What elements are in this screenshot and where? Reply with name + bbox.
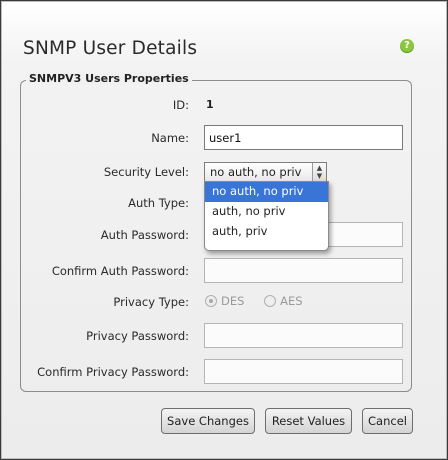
confirm-auth-password-label: Confirm Auth Password:	[51, 264, 189, 278]
privacy-type-label: Privacy Type:	[113, 295, 189, 309]
security-level-label: Security Level:	[103, 165, 189, 179]
privacy-type-radio-group: DES AES	[205, 294, 319, 308]
security-option-auth-no-priv[interactable]: auth, no priv	[205, 202, 328, 222]
auth-type-label: Auth Type:	[128, 196, 189, 210]
dialog-title: SNMP User Details	[23, 38, 198, 59]
cancel-button[interactable]: Cancel	[362, 408, 413, 434]
privacy-des-label: DES	[221, 294, 245, 308]
privacy-password-input[interactable]	[204, 323, 403, 348]
auth-password-label: Auth Password:	[100, 228, 189, 242]
security-option-no-auth-no-priv[interactable]: no auth, no priv	[205, 182, 328, 202]
save-changes-button[interactable]: Save Changes	[161, 408, 255, 434]
id-label: ID:	[172, 98, 189, 112]
updown-arrow-icon: ▲ ▼	[312, 163, 326, 181]
privacy-aes-label: AES	[280, 294, 303, 308]
group-legend: SNMPV3 Users Properties	[26, 72, 192, 85]
security-level-select[interactable]: no auth, no priv ▲ ▼	[204, 162, 327, 182]
privacy-password-label: Privacy Password:	[86, 329, 189, 343]
privacy-des-radio[interactable]	[205, 295, 217, 307]
name-input[interactable]	[204, 125, 403, 150]
confirm-privacy-password-input[interactable]	[204, 359, 403, 384]
security-level-dropdown: no auth, no priv auth, no priv auth, pri…	[204, 181, 329, 251]
security-option-auth-priv[interactable]: auth, priv	[205, 222, 328, 242]
reset-values-button[interactable]: Reset Values	[265, 408, 352, 434]
name-label: Name:	[151, 131, 189, 145]
confirm-auth-password-input[interactable]	[204, 258, 403, 283]
privacy-aes-radio[interactable]	[264, 295, 277, 307]
id-value: 1	[206, 98, 214, 111]
security-level-selected: no auth, no priv	[210, 165, 302, 179]
help-icon[interactable]: ?	[400, 39, 414, 53]
confirm-privacy-password-label: Confirm Privacy Password:	[37, 365, 189, 379]
